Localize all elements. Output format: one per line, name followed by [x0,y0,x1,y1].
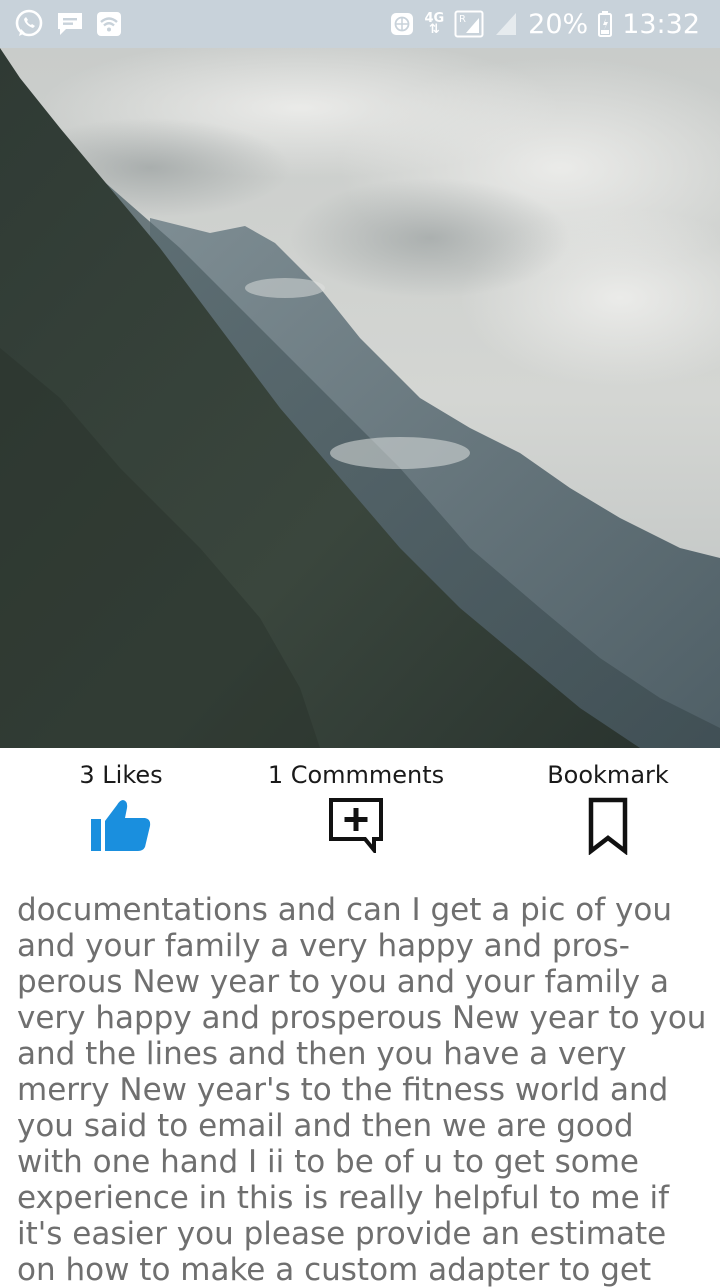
bookmark-label: Bookmark [547,761,669,789]
likes-count: 3 Likes [79,761,163,789]
post-body-text: documentations and can I get a pic of yo… [17,892,707,1288]
likes-action[interactable]: 3 Likes [46,748,196,853]
status-left [14,9,122,39]
comments-count: 1 Commments [267,761,445,789]
battery-percent: 20% [528,8,589,40]
battery-icon [598,11,613,37]
vpn-icon [390,12,414,36]
bookmark-icon[interactable] [588,797,628,855]
clock: 13:32 [622,8,700,40]
comments-action[interactable]: 1 Commments [256,748,456,853]
svg-text:R: R [459,14,466,25]
post-actions: 3 Likes 1 Commments Bookmark [0,748,720,878]
status-bar: 4G ⇅ R 20% 13:32 [0,0,720,48]
whatsapp-icon [14,9,44,39]
post-image[interactable] [0,48,720,748]
status-right: 4G ⇅ R 20% 13:32 [390,9,700,40]
message-icon [56,11,84,37]
wifi-icon [96,11,122,37]
network-4g-icon: 4G ⇅ [424,12,444,37]
mountain-photo [0,48,720,748]
bookmark-action[interactable]: Bookmark [533,748,683,855]
thumbs-up-icon[interactable] [90,797,152,853]
add-comment-icon[interactable] [328,797,384,853]
signal-icon [494,11,518,37]
signal-r-icon: R [454,10,484,38]
data-arrows: ⇅ [428,22,440,37]
